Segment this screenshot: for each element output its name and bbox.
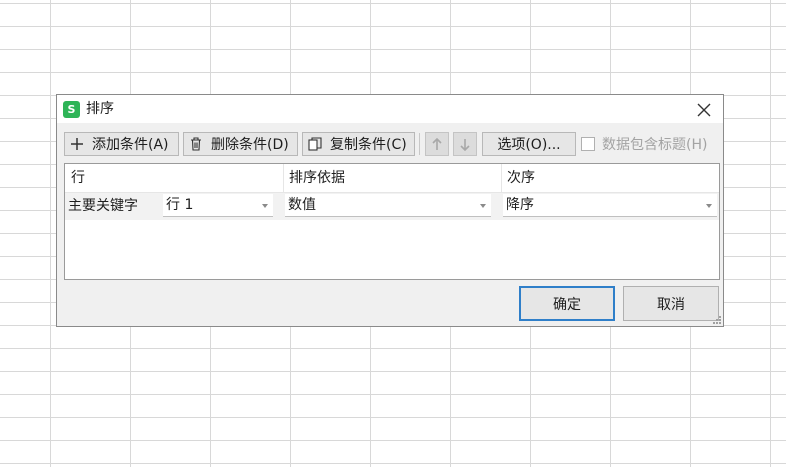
options-label: 选项(O)... bbox=[497, 137, 561, 153]
plus-icon bbox=[70, 136, 84, 152]
primary-key-label: 主要关键字 bbox=[68, 198, 138, 214]
arrow-down-icon bbox=[460, 138, 470, 151]
delete-condition-label: 删除条件(D) bbox=[211, 137, 289, 153]
column-divider bbox=[283, 164, 284, 192]
copy-icon bbox=[308, 136, 322, 152]
column-header-order: 次序 bbox=[507, 170, 535, 186]
order-select-value: 降序 bbox=[506, 197, 534, 213]
dropdown-arrow-icon bbox=[480, 204, 486, 208]
sort-on-select-value: 数值 bbox=[288, 197, 316, 213]
ok-label: 确定 bbox=[553, 296, 581, 313]
cancel-button[interactable]: 取消 bbox=[623, 286, 719, 321]
dropdown-arrow-icon bbox=[262, 204, 268, 208]
arrow-up-icon bbox=[432, 137, 442, 150]
dropdown-arrow-icon bbox=[706, 204, 712, 208]
add-condition-label: 添加条件(A) bbox=[92, 137, 169, 153]
move-down-button[interactable] bbox=[453, 132, 477, 156]
ok-button[interactable]: 确定 bbox=[519, 286, 615, 321]
row-select[interactable]: 行 1 bbox=[163, 194, 273, 217]
has-header-checkbox[interactable] bbox=[581, 137, 595, 151]
column-divider bbox=[501, 164, 502, 192]
move-up-button[interactable] bbox=[425, 132, 449, 156]
sort-on-select[interactable]: 数值 bbox=[285, 194, 491, 217]
copy-condition-button[interactable]: 复制条件(C) bbox=[302, 132, 415, 156]
sort-conditions-table: 行 排序依据 次序 主要关键字 行 1 数值 降序 bbox=[64, 163, 720, 280]
trash-icon bbox=[189, 136, 203, 152]
sort-dialog: S 排序 添加条件(A) 删除条件(D) 复制条件(C) 选项(O)... 数据… bbox=[56, 94, 724, 327]
column-header-row: 行 bbox=[71, 170, 85, 186]
has-header-label: 数据包含标题(H) bbox=[602, 137, 708, 153]
delete-condition-button[interactable]: 删除条件(D) bbox=[183, 132, 298, 156]
close-button[interactable] bbox=[694, 100, 714, 120]
options-button[interactable]: 选项(O)... bbox=[482, 132, 576, 156]
copy-condition-label: 复制条件(C) bbox=[330, 137, 407, 153]
wps-spreadsheet-icon: S bbox=[63, 101, 80, 118]
dialog-title: 排序 bbox=[86, 101, 114, 117]
add-condition-button[interactable]: 添加条件(A) bbox=[64, 132, 179, 156]
order-select[interactable]: 降序 bbox=[503, 194, 717, 217]
column-header-sort-on: 排序依据 bbox=[289, 170, 345, 186]
close-icon bbox=[697, 103, 711, 117]
toolbar-separator bbox=[419, 133, 420, 155]
dialog-titlebar: S 排序 bbox=[57, 95, 723, 123]
row-select-value: 行 1 bbox=[166, 197, 194, 213]
has-header-option[interactable]: 数据包含标题(H) bbox=[581, 133, 707, 155]
cancel-label: 取消 bbox=[657, 296, 685, 313]
resize-grip-icon[interactable] bbox=[712, 315, 722, 325]
